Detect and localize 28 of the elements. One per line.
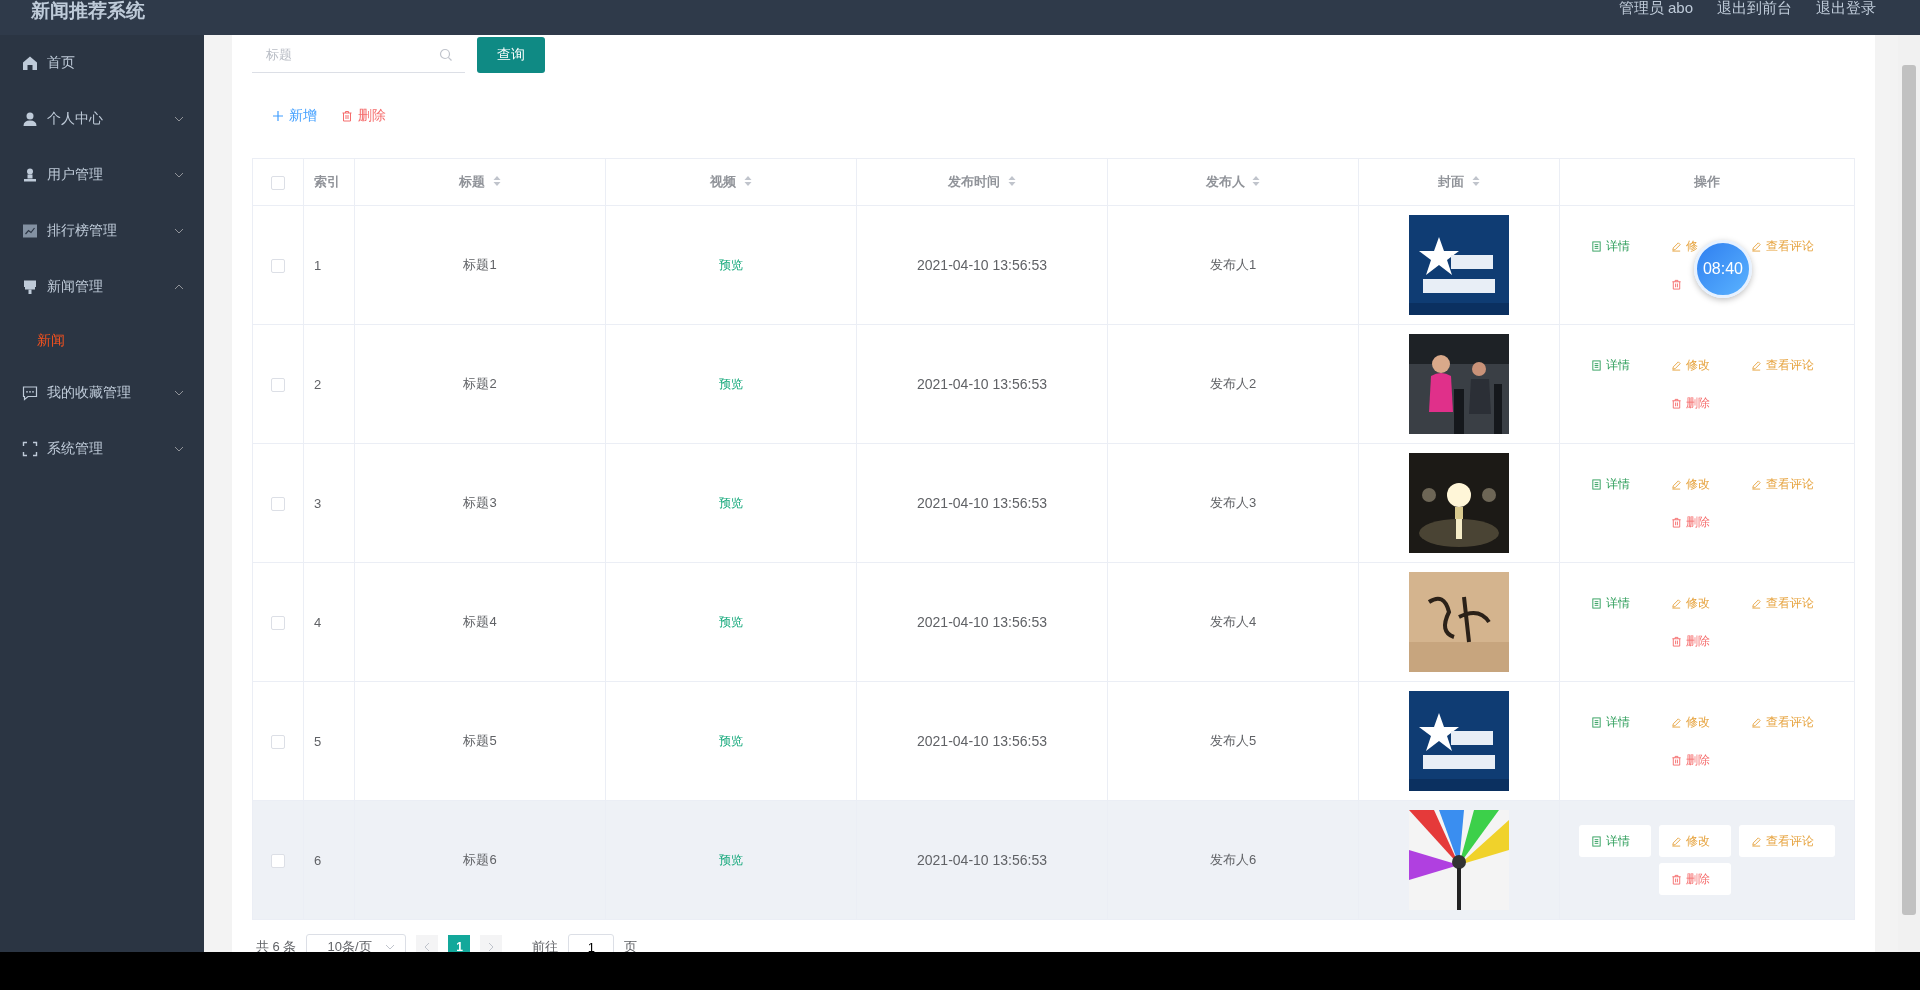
table-cell: 5 (314, 733, 322, 749)
table-cell: 3 (314, 495, 322, 511)
table-cell: 1 (314, 257, 322, 273)
app-title: 新闻推荐系统 (31, 0, 145, 23)
table-cell: 发布人2 (1209, 376, 1257, 391)
table-cell: 2021-04-10 13:56:53 (917, 495, 1047, 511)
table-cell: 标题5 (463, 733, 497, 748)
table-cell: 发布人6 (1209, 852, 1257, 867)
table-cell: 2021-04-10 13:56:53 (917, 614, 1047, 630)
column-header: 索引 (303, 158, 355, 206)
table-cell: 标题6 (463, 852, 497, 867)
column-header: 操作 (1559, 158, 1855, 206)
goto-label: 前往 (532, 938, 559, 952)
table-cell: 标题1 (463, 257, 497, 272)
table-cell: 发布人1 (1209, 257, 1257, 272)
table-cell: 标题4 (463, 614, 497, 629)
table-cell: 发布人4 (1209, 614, 1257, 629)
table-cell: 6 (314, 852, 322, 868)
table-cell: 2021-04-10 13:56:53 (917, 257, 1047, 273)
table-cell: 2021-04-10 13:56:53 (917, 376, 1047, 392)
table-cell: 2021-04-10 13:56:53 (917, 733, 1047, 749)
table-cell: 发布人3 (1209, 495, 1257, 510)
table-cell: 标题2 (463, 376, 497, 391)
table-cell: 2 (314, 376, 322, 392)
table-cell: 标题3 (463, 495, 497, 510)
table-cell: 4 (314, 614, 322, 630)
table-cell: 2021-04-10 13:56:53 (917, 852, 1047, 868)
table-cell: 发布人5 (1209, 733, 1257, 748)
